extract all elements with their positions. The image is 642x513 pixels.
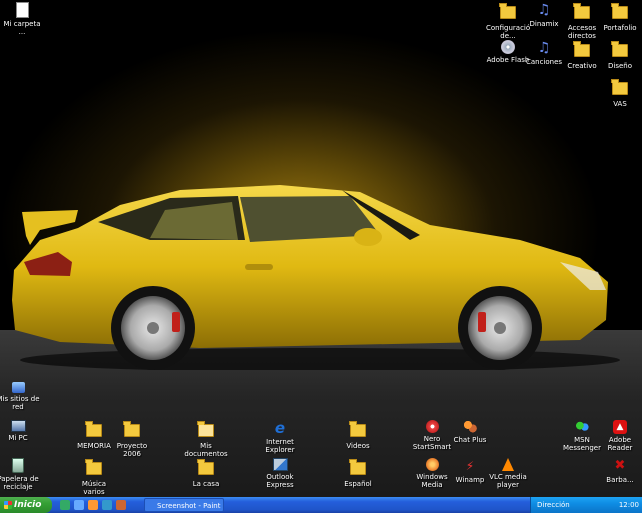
folder-icon (198, 462, 214, 478)
icon-label: VAS (613, 100, 627, 108)
desktop-icon-vas[interactable]: VAS (598, 78, 642, 108)
icon-label: La casa (192, 480, 220, 488)
network-icon (11, 382, 25, 393)
icon-label: Papelera de reciclaje (0, 475, 39, 491)
folder-icon (350, 424, 366, 440)
desktop-icon-portafolio[interactable]: Portafolio (598, 2, 642, 32)
outlook-express-icon (272, 458, 288, 471)
desktop-icon-videos[interactable]: Videos (336, 420, 380, 450)
msn-messenger-icon (575, 420, 589, 434)
quicklaunch-ie-icon[interactable] (74, 500, 84, 510)
nero-icon (425, 420, 439, 433)
winamp-icon: ⚡ (465, 459, 475, 473)
icon-label: Diseño (607, 62, 632, 70)
start-button[interactable]: Inicio (0, 497, 52, 513)
desktop: Mi carpeta ... Configuración de... ♫ Din… (0, 0, 642, 497)
desktop-icon-recycle-bin[interactable]: Papelera de reciclaje (0, 458, 40, 491)
music-note-icon: ♫ (537, 2, 551, 18)
icon-label: Outlook Express (266, 473, 294, 489)
computer-icon (10, 420, 26, 432)
folder-icon (612, 6, 628, 22)
icon-label: Mi carpeta ... (3, 20, 41, 36)
icon-label: Mis documentos (184, 442, 228, 458)
red-x-icon: ✖ (614, 458, 626, 473)
desktop-icon-network-places[interactable]: Mis sitios de red (0, 382, 40, 411)
icon-label: Portafolio (603, 24, 637, 32)
desktop-icon-barba[interactable]: ✖ Barba... (598, 458, 642, 484)
folder-icon (86, 462, 102, 478)
desktop-icon-my-pc[interactable]: Mi PC (0, 420, 40, 442)
desktop-icon-my-documents[interactable]: Mis documentos (184, 420, 228, 458)
icon-label: Chat Plus (453, 436, 487, 444)
desktop-icon-my-folder[interactable]: Mi carpeta ... (0, 2, 44, 36)
document-icon (15, 2, 29, 18)
icon-label: Barba... (606, 476, 634, 484)
icon-label: Internet Explorer (265, 438, 295, 454)
music-note-icon: ♫ (537, 40, 551, 56)
icon-label: VLC media player (489, 473, 527, 489)
quicklaunch-app-icon[interactable] (116, 500, 126, 510)
quicklaunch-desktop-icon[interactable] (60, 500, 70, 510)
desktop-icon-chat-plus[interactable]: Chat Plus (448, 420, 492, 444)
system-tray: Dirección 12:00 (530, 497, 642, 513)
recycle-bin-icon (12, 458, 24, 473)
taskbar-window-label: Screenshot - Paint (157, 502, 221, 510)
folder-icon (86, 424, 102, 440)
desktop-icon-adobe-reader[interactable]: ▲ Adobe Reader (598, 420, 642, 452)
desktop-icon-internet-explorer[interactable]: e Internet Explorer (258, 420, 302, 454)
documents-folder-icon (198, 424, 214, 440)
chat-people-icon (463, 420, 477, 434)
address-label[interactable]: Dirección (537, 501, 570, 509)
folder-icon (500, 6, 516, 22)
internet-explorer-icon: e (274, 419, 286, 437)
icon-label: Español (344, 480, 372, 488)
folder-icon (612, 82, 628, 98)
folder-icon (574, 6, 590, 22)
disc-icon (501, 40, 515, 54)
desktop-icon-proyecto[interactable]: Proyecto 2006 (110, 420, 154, 458)
taskbar: Inicio Screenshot - Paint Dirección 12:0… (0, 497, 642, 513)
icon-label: Música varios (81, 480, 107, 496)
adobe-reader-icon: ▲ (613, 420, 627, 434)
desktop-icon-la-casa[interactable]: La casa (184, 458, 228, 488)
taskbar-window-button[interactable]: Screenshot - Paint (144, 498, 224, 512)
icon-label: Videos (346, 442, 370, 450)
icon-label: Proyecto 2006 (116, 442, 148, 458)
icon-label: Mis sitios de red (0, 395, 40, 411)
folder-icon (574, 44, 590, 60)
windows-media-player-icon (425, 458, 439, 471)
desktop-icon-outlook-express[interactable]: Outlook Express (258, 458, 302, 489)
desktop-icon-diseno[interactable]: Diseño (598, 40, 642, 70)
quicklaunch-media-icon[interactable] (88, 500, 98, 510)
wallpaper-yellow-car (12, 185, 620, 370)
clock[interactable]: 12:00 (619, 497, 639, 513)
quicklaunch-outlook-icon[interactable] (102, 500, 112, 510)
icon-label: Mi PC (8, 434, 28, 442)
desktop-icon-espanol[interactable]: Español (336, 458, 380, 488)
folder-icon (612, 44, 628, 60)
vlc-cone-icon (502, 458, 514, 471)
folder-icon (350, 462, 366, 478)
icon-label: Adobe Reader (607, 436, 633, 452)
folder-icon (124, 424, 140, 440)
desktop-icon-vlc[interactable]: VLC media player (486, 458, 530, 489)
desktop-icon-musica[interactable]: Música varios (72, 458, 116, 496)
